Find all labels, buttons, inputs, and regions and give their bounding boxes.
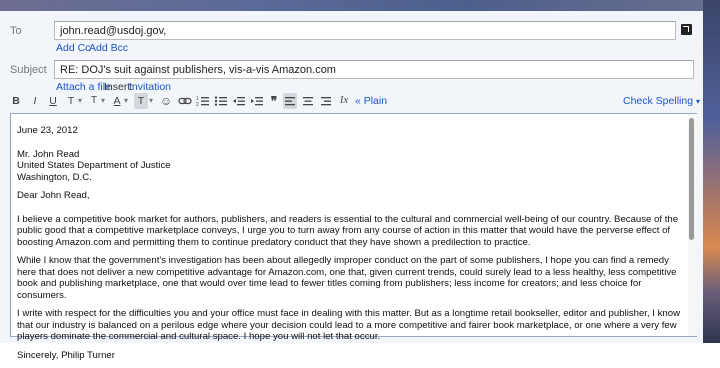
plain-text-link[interactable]: « Plain Text: [345, 93, 397, 123]
address-line: United States Department of Justice: [17, 160, 171, 171]
highlight-dropdown-icon[interactable]: ▾: [147, 93, 155, 109]
font-dropdown-icon[interactable]: ▾: [76, 93, 84, 109]
address-line: Washington, D.C.: [17, 171, 92, 183]
letter-date: June 23, 2012: [17, 125, 78, 136]
message-body-editor[interactable]: June 23, 2012 Mr. John Read United State…: [10, 113, 697, 361]
subject-field[interactable]: RE: DOJ's suit against publishers, vis-a…: [54, 60, 694, 79]
check-spelling-dropdown-icon[interactable]: ▾: [696, 97, 700, 106]
letter-greeting: Dear John Read,: [17, 190, 90, 201]
link-icon[interactable]: [178, 93, 192, 109]
desktop-background-edge: [703, 0, 720, 343]
attach-file-link[interactable]: Attach a file: [56, 81, 111, 93]
formatting-toolbar: B I U T ▾ T ▾ A ▾ T ▾ ☺ 12 ❞ Ix « Plain …: [10, 93, 690, 123]
popout-icon[interactable]: [681, 24, 692, 35]
recipient-address: Mr. John Read United States Department o…: [17, 149, 685, 184]
top-background-band: [0, 0, 720, 11]
align-right-icon[interactable]: [319, 93, 333, 109]
address-line: Mr. John Read: [17, 148, 80, 160]
align-center-icon[interactable]: [301, 93, 315, 109]
size-dropdown-icon[interactable]: ▾: [99, 93, 107, 109]
to-label: To: [10, 25, 22, 37]
italic-button[interactable]: I: [29, 93, 41, 109]
align-left-icon[interactable]: [283, 93, 297, 109]
underline-button[interactable]: U: [47, 93, 59, 109]
message-body: June 23, 2012 Mr. John Read United State…: [17, 125, 685, 368]
check-spelling-link[interactable]: Check Spelling ▾: [623, 93, 700, 110]
bold-button[interactable]: B: [10, 93, 22, 109]
emoticon-icon[interactable]: ☺: [159, 93, 173, 109]
scrollbar-thumb[interactable]: [689, 118, 694, 240]
numbered-list-icon[interactable]: 12: [196, 93, 210, 109]
insert-invitation-link[interactable]: Invitation: [129, 81, 171, 93]
to-field[interactable]: john.read@usdoj.gov,: [54, 21, 676, 40]
indent-more-icon[interactable]: [250, 93, 264, 109]
text-color-dropdown-icon[interactable]: ▾: [122, 93, 130, 109]
letter-paragraph: While I know that the government's inves…: [17, 255, 677, 301]
subject-label: Subject: [10, 64, 47, 76]
letter-paragraph: I write with respect for the difficultie…: [17, 308, 681, 342]
highlight-button[interactable]: T: [134, 93, 148, 109]
add-bcc-link[interactable]: Add Bcc: [89, 42, 128, 54]
svg-text:2: 2: [196, 102, 199, 108]
letter-signoff: Sincerely, Philip Turner: [17, 349, 115, 361]
letter-paragraph: I believe a competitive book market for …: [17, 213, 679, 248]
add-cc-link[interactable]: Add Cc: [56, 42, 90, 54]
bulleted-list-icon[interactable]: [214, 93, 228, 109]
quote-icon[interactable]: ❞: [268, 93, 280, 109]
indent-less-icon[interactable]: [232, 93, 246, 109]
